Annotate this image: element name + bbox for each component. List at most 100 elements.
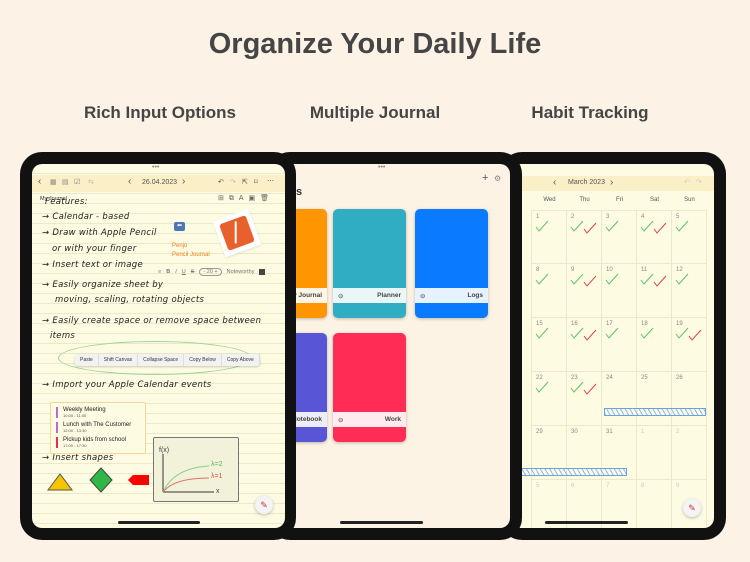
grid-icon[interactable]: ▤ xyxy=(62,178,69,186)
home-indicator xyxy=(118,521,200,524)
handwritten-line: → Easily organize sheet by xyxy=(42,280,164,290)
handwritten-line: → Draw with Apple Pencil xyxy=(42,228,157,238)
multitask-dots[interactable]: ••• xyxy=(378,164,385,171)
calendar-day[interactable]: 26 xyxy=(672,372,707,426)
add-journal-button[interactable]: + xyxy=(482,172,488,184)
weekday-label: Wed xyxy=(543,197,556,203)
section-habit-tracking: Habit Tracking xyxy=(531,103,649,122)
calendar-day[interactable]: 19 xyxy=(672,318,707,372)
align-icon[interactable]: ≡ xyxy=(158,269,161,275)
context-menu-item[interactable]: Collapse Space xyxy=(138,354,185,366)
page-tools-icons[interactable]: ⊞⧉A▣🗑 xyxy=(218,194,274,203)
calendar-day[interactable]: 16 xyxy=(567,318,602,372)
redo-icon[interactable]: ↷ xyxy=(696,178,702,186)
calendar-day[interactable]: 23 xyxy=(567,372,602,426)
calendar-day[interactable]: 8 xyxy=(637,480,672,528)
calendar-day[interactable]: 12 xyxy=(672,264,707,318)
day-number: 24 xyxy=(606,375,613,381)
calendar-day[interactable]: 18 xyxy=(637,318,672,372)
calendar-day[interactable]: 11 xyxy=(637,264,672,318)
red-check-mark xyxy=(583,275,597,287)
calendar-icon[interactable]: ▦ xyxy=(50,178,57,186)
share-icon[interactable]: ⇱ xyxy=(242,178,248,186)
color-swatch[interactable] xyxy=(259,269,266,275)
calendar-day[interactable]: 22 xyxy=(532,372,567,426)
calendar-event[interactable]: Pickup kids from school 17:00 - 17:30 xyxy=(56,437,126,448)
green-check-mark xyxy=(570,381,584,393)
redo-icon[interactable]: ↷ xyxy=(230,178,236,186)
context-menu-item[interactable]: Shift Canvas xyxy=(99,354,139,366)
green-check-mark xyxy=(605,327,619,339)
ipad-habit-tracking: ‹ March 2023 › ↶ ↷ Wed Thu Fri Sat Sun 12345… xyxy=(500,152,726,540)
day-number: 5 xyxy=(536,483,540,489)
calendar-day[interactable]: 3 xyxy=(602,210,637,264)
bold-button[interactable]: B xyxy=(166,269,170,275)
remove-circle-icon[interactable]: ⊖ xyxy=(338,416,343,424)
red-check-mark xyxy=(653,222,667,234)
multitask-dots[interactable]: ••• xyxy=(152,164,159,171)
day-number: 2 xyxy=(676,429,680,435)
check-icon[interactable]: ☑ xyxy=(74,178,80,186)
context-menu-item[interactable]: Copy Above xyxy=(222,354,260,366)
triangle-shape xyxy=(47,473,73,491)
settings-gear-icon[interactable]: ⚙ xyxy=(494,174,501,183)
pencil-tool-button[interactable]: ✎ xyxy=(683,499,701,517)
context-menu-item[interactable]: Paste xyxy=(75,354,99,366)
back-button[interactable]: ‹ xyxy=(38,176,41,187)
calendar-day[interactable]: 25 xyxy=(637,372,672,426)
next-month-button[interactable]: › xyxy=(610,177,613,188)
pencil-tool-button[interactable]: ✎ xyxy=(255,496,273,514)
green-check-mark xyxy=(675,220,689,232)
event-time: 10:00 - 11:00 xyxy=(63,413,87,418)
calendar-day[interactable]: 5 xyxy=(672,210,707,264)
context-menu-item[interactable]: Copy Below xyxy=(184,354,222,366)
calendar-day[interactable]: 1 xyxy=(637,426,672,480)
calendar-day[interactable]: 2 xyxy=(567,210,602,264)
font-size-stepper[interactable]: - 20 + xyxy=(199,268,222,276)
calendar-day[interactable]: 15 xyxy=(532,318,567,372)
italic-button[interactable]: I xyxy=(175,269,177,275)
green-check-mark xyxy=(675,273,689,285)
journal-card[interactable]: ⊖ Work xyxy=(333,333,406,442)
green-check-mark xyxy=(605,220,619,232)
app-logo-image xyxy=(212,208,262,258)
calendar-day[interactable]: 24 xyxy=(602,372,637,426)
section-multiple-journal: Multiple Journal xyxy=(309,103,441,122)
handwritten-line: Features: xyxy=(45,197,88,207)
strike-button[interactable]: S xyxy=(191,269,195,275)
calendar-day[interactable]: 4 xyxy=(637,210,672,264)
calendar-event[interactable]: Weekly Meeting 10:00 - 11:00 xyxy=(56,407,106,418)
calendar-day[interactable]: 17 xyxy=(602,318,637,372)
diamond-shape xyxy=(89,467,113,493)
more-icon[interactable]: ⋯ xyxy=(267,177,274,185)
calendar-day[interactable]: 9 xyxy=(567,264,602,318)
section-rich-input: Rich Input Options xyxy=(83,103,237,122)
handwritten-line: → Calendar - based xyxy=(42,212,130,222)
undo-icon[interactable]: ↶ xyxy=(218,178,224,186)
journal-card[interactable]: ⊖ Planner xyxy=(333,209,406,318)
calendar-event[interactable]: Lunch with The Customer 12:00 - 13:30 xyxy=(56,422,131,433)
undo-icon[interactable]: ↶ xyxy=(684,178,690,186)
calendar-day[interactable]: 10 xyxy=(602,264,637,318)
underline-button[interactable]: U xyxy=(182,269,186,275)
prev-day-button[interactable]: ‹ xyxy=(128,176,131,187)
remove-circle-icon[interactable]: ⊖ xyxy=(338,292,343,300)
habit-scribble xyxy=(604,408,706,416)
next-day-button[interactable]: › xyxy=(182,176,185,187)
day-number: 6 xyxy=(571,483,575,489)
calendar-day[interactable]: 2 xyxy=(672,426,707,480)
journal-toolbar: ‹ ▦ ▤ ☑ ⇆ ‹ 26.04.2023 › ↶ ↷ ⇱ ⌑ ⋯ xyxy=(32,175,285,192)
swap-icon[interactable]: ⇆ xyxy=(88,178,94,186)
font-name[interactable]: Noteworthy xyxy=(227,269,255,275)
graph-sketch: f(x) x λ=2 λ=1 xyxy=(153,437,239,502)
journal-card-label: ⊖ Planner xyxy=(333,288,406,303)
red-check-mark xyxy=(653,275,667,287)
prev-month-button[interactable]: ‹ xyxy=(553,177,556,188)
journal-card[interactable]: ⊖ Logs xyxy=(415,209,488,318)
home-indicator xyxy=(545,521,628,524)
calendar-day[interactable]: 1 xyxy=(532,210,567,264)
calendar-day[interactable]: 8 xyxy=(532,264,567,318)
shapes xyxy=(47,467,149,493)
remove-circle-icon[interactable]: ⊖ xyxy=(420,292,425,300)
bookmark-icon[interactable]: ⌑ xyxy=(254,178,258,186)
